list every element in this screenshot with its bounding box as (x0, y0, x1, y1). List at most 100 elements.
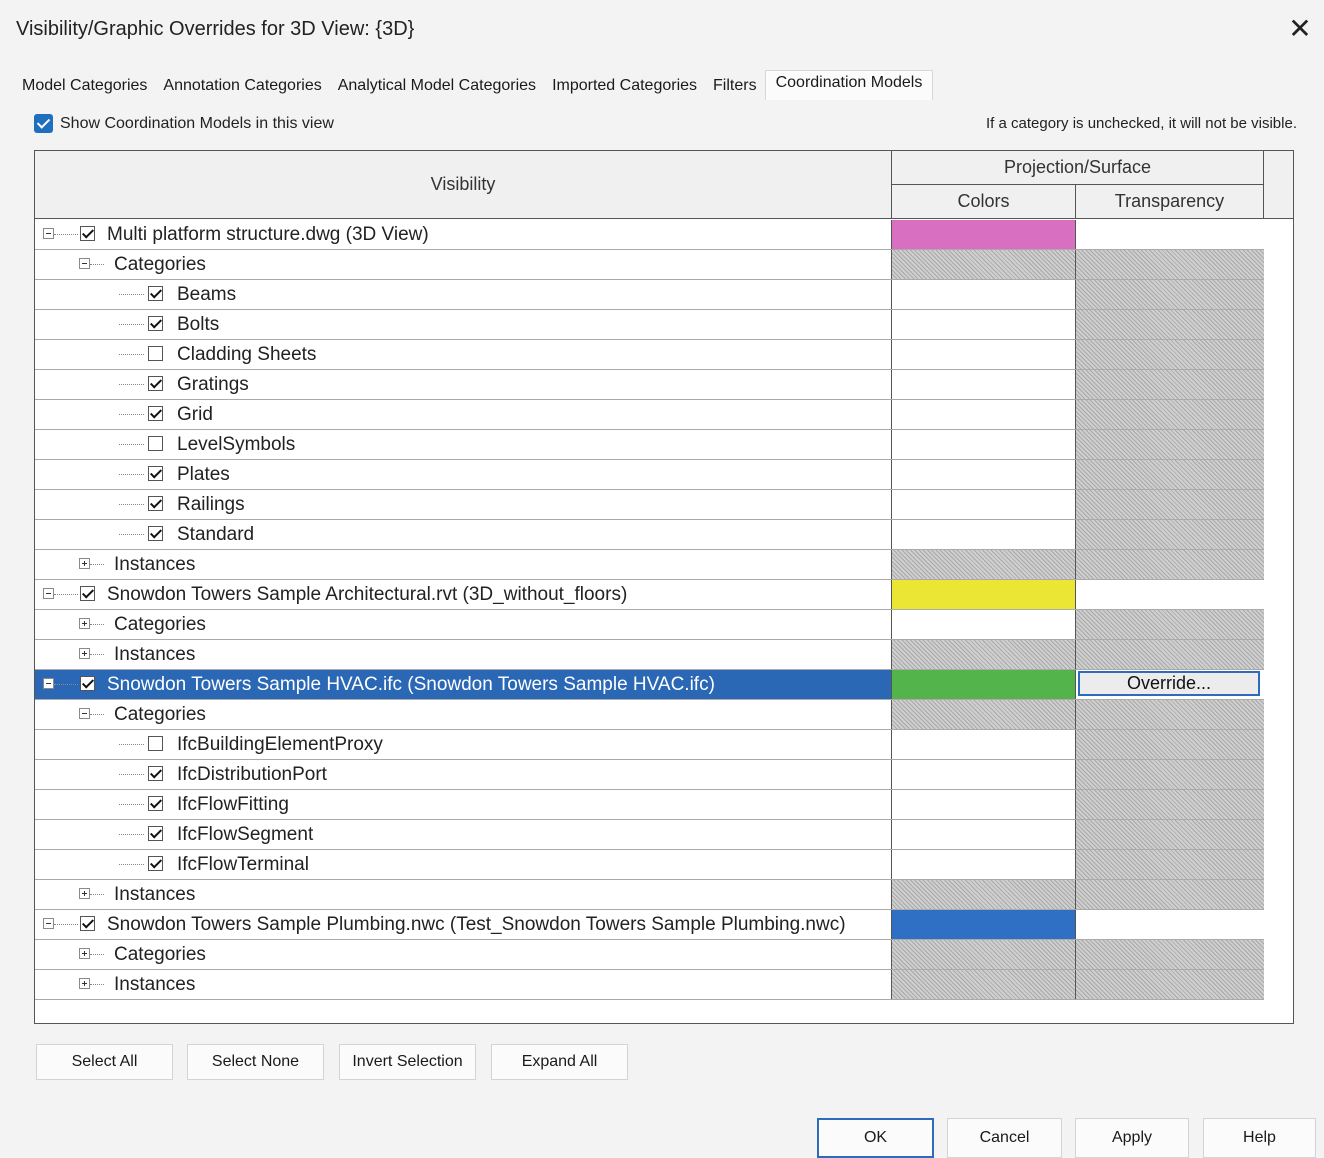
transparency-cell[interactable] (1076, 910, 1264, 939)
visibility-checkbox[interactable] (148, 856, 163, 871)
row-name-cell[interactable]: Categories (35, 610, 892, 639)
collapse-icon[interactable] (43, 678, 54, 689)
transparency-cell[interactable] (1076, 280, 1264, 309)
row-name-cell[interactable]: IfcDistributionPort (35, 760, 892, 789)
collapse-icon[interactable] (43, 588, 54, 599)
visibility-checkbox[interactable] (80, 676, 95, 691)
expand-icon[interactable] (79, 558, 90, 569)
invert-selection-button[interactable]: Invert Selection (339, 1044, 476, 1080)
expand-icon[interactable] (79, 948, 90, 959)
visibility-checkbox[interactable] (80, 916, 95, 931)
color-cell[interactable] (892, 310, 1076, 339)
ok-button[interactable]: OK (817, 1118, 934, 1158)
visibility-checkbox[interactable] (148, 796, 163, 811)
transparency-cell[interactable] (1076, 370, 1264, 399)
color-cell[interactable] (892, 610, 1076, 639)
transparency-cell[interactable] (1076, 730, 1264, 759)
transparency-cell[interactable] (1076, 610, 1264, 639)
tab-imported-categories[interactable]: Imported Categories (544, 77, 705, 100)
grid-row[interactable]: Bolts (35, 310, 1264, 340)
color-cell[interactable] (892, 460, 1076, 489)
color-cell[interactable] (892, 400, 1076, 429)
grid-row[interactable]: Categories (35, 610, 1264, 640)
grid-row[interactable]: IfcFlowTerminal (35, 850, 1264, 880)
color-cell[interactable] (892, 490, 1076, 519)
transparency-cell[interactable] (1076, 250, 1264, 279)
transparency-cell[interactable] (1076, 970, 1264, 999)
color-cell[interactable] (892, 550, 1076, 579)
expand-icon[interactable] (79, 618, 90, 629)
visibility-checkbox[interactable] (148, 526, 163, 541)
transparency-cell[interactable] (1076, 880, 1264, 909)
row-name-cell[interactable]: LevelSymbols (35, 430, 892, 459)
row-name-cell[interactable]: Multi platform structure.dwg (3D View) (35, 220, 892, 249)
color-cell[interactable] (892, 670, 1076, 699)
row-name-cell[interactable]: Plates (35, 460, 892, 489)
grid-row[interactable]: Instances (35, 640, 1264, 670)
transparency-cell[interactable] (1076, 460, 1264, 489)
color-cell[interactable] (892, 850, 1076, 879)
color-cell[interactable] (892, 370, 1076, 399)
transparency-cell[interactable] (1076, 940, 1264, 969)
transparency-cell[interactable] (1076, 580, 1264, 609)
expand-icon[interactable] (79, 888, 90, 899)
row-name-cell[interactable]: Instances (35, 550, 892, 579)
color-cell[interactable] (892, 730, 1076, 759)
grid-row[interactable]: Snowdon Towers Sample Architectural.rvt … (35, 580, 1264, 610)
row-name-cell[interactable]: IfcFlowSegment (35, 820, 892, 849)
help-button[interactable]: Help (1203, 1118, 1316, 1158)
visibility-checkbox[interactable] (148, 436, 163, 451)
row-name-cell[interactable]: Railings (35, 490, 892, 519)
collapse-icon[interactable] (43, 918, 54, 929)
row-name-cell[interactable]: IfcFlowTerminal (35, 850, 892, 879)
expand-icon[interactable] (79, 648, 90, 659)
grid-row[interactable]: Instances (35, 970, 1264, 1000)
row-name-cell[interactable]: Grid (35, 400, 892, 429)
grid-row[interactable]: Snowdon Towers Sample HVAC.ifc (Snowdon … (35, 670, 1264, 700)
visibility-checkbox[interactable] (148, 826, 163, 841)
visibility-checkbox[interactable] (80, 226, 95, 241)
cancel-button[interactable]: Cancel (947, 1118, 1062, 1158)
apply-button[interactable]: Apply (1075, 1118, 1189, 1158)
close-icon[interactable]: ✕ (1286, 14, 1314, 44)
grid-row[interactable]: Snowdon Towers Sample Plumbing.nwc (Test… (35, 910, 1264, 940)
visibility-checkbox[interactable] (148, 496, 163, 511)
visibility-checkbox[interactable] (148, 766, 163, 781)
tab-coordination-models[interactable]: Coordination Models (764, 70, 934, 100)
row-name-cell[interactable]: Snowdon Towers Sample Plumbing.nwc (Test… (35, 910, 892, 939)
collapse-icon[interactable] (43, 228, 54, 239)
color-cell[interactable] (892, 880, 1076, 909)
color-cell[interactable] (892, 760, 1076, 789)
transparency-cell[interactable] (1076, 550, 1264, 579)
color-cell[interactable] (892, 910, 1076, 939)
grid-row[interactable]: Cladding Sheets (35, 340, 1264, 370)
row-name-cell[interactable]: Beams (35, 280, 892, 309)
visibility-checkbox[interactable] (148, 406, 163, 421)
visibility-checkbox[interactable] (148, 316, 163, 331)
color-cell[interactable] (892, 340, 1076, 369)
grid-row[interactable]: IfcBuildingElementProxy (35, 730, 1264, 760)
color-cell[interactable] (892, 520, 1076, 549)
transparency-cell[interactable] (1076, 520, 1264, 549)
transparency-cell[interactable] (1076, 640, 1264, 669)
transparency-cell[interactable] (1076, 310, 1264, 339)
color-cell[interactable] (892, 580, 1076, 609)
row-name-cell[interactable]: IfcBuildingElementProxy (35, 730, 892, 759)
grid-row[interactable]: IfcFlowFitting (35, 790, 1264, 820)
color-cell[interactable] (892, 970, 1076, 999)
visibility-checkbox[interactable] (148, 736, 163, 751)
row-name-cell[interactable]: Gratings (35, 370, 892, 399)
expand-all-button[interactable]: Expand All (491, 1044, 628, 1080)
transparency-cell[interactable] (1076, 340, 1264, 369)
select-all-button[interactable]: Select All (36, 1044, 173, 1080)
color-cell[interactable] (892, 790, 1076, 819)
row-name-cell[interactable]: Instances (35, 880, 892, 909)
row-name-cell[interactable]: IfcFlowFitting (35, 790, 892, 819)
grid-row[interactable]: Standard (35, 520, 1264, 550)
visibility-checkbox[interactable] (80, 586, 95, 601)
grid-row[interactable]: Categories (35, 940, 1264, 970)
show-coordination-models-checkbox[interactable] (34, 114, 53, 133)
transparency-cell[interactable] (1076, 700, 1264, 729)
grid-row[interactable]: Beams (35, 280, 1264, 310)
row-name-cell[interactable]: Categories (35, 250, 892, 279)
